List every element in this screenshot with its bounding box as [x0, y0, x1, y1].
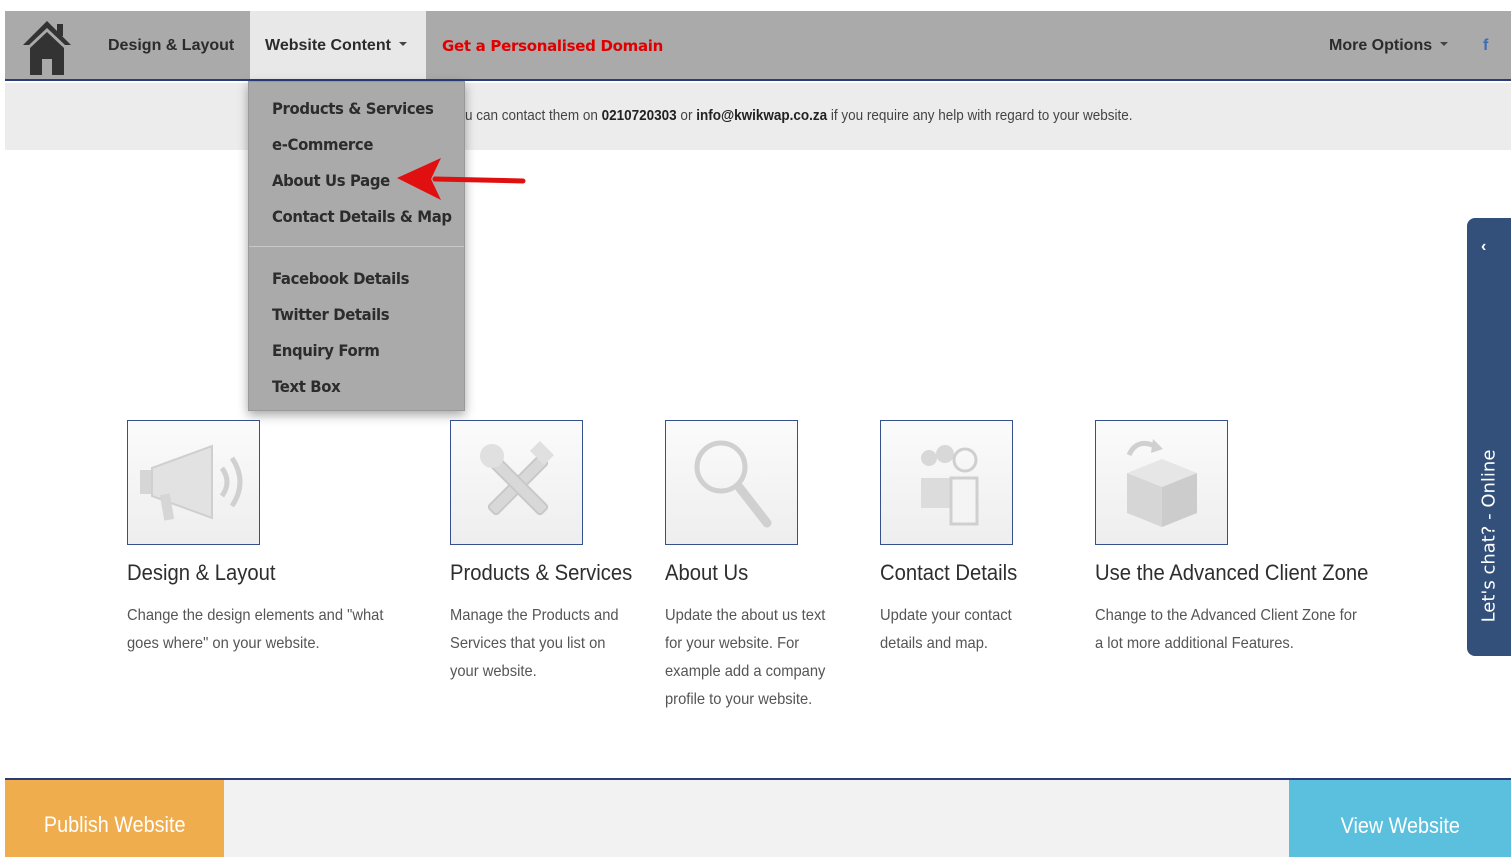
info-text: u can contact them on 0210720303 or info… [465, 107, 1133, 124]
feature-description: Change to the Advanced Client Zone for a… [1095, 602, 1389, 658]
feature-desc-line: example add a company [665, 663, 826, 680]
red-arrow-icon [397, 158, 526, 200]
feature-advanced-client-zone[interactable]: Use the Advanced Client Zone Change to t… [1095, 420, 1368, 652]
feature-tile[interactable] [127, 420, 260, 545]
view-website-button[interactable]: View Website [1289, 780, 1511, 857]
feature-desc-line: a lot more additional Features. [1095, 635, 1294, 652]
menu-divider [249, 246, 464, 247]
website-content-dropdown: Products & Services e-Commerce About Us … [248, 81, 465, 411]
feature-description: Change the design elements and "what goe… [127, 602, 421, 658]
feature-desc-line: Update the about us text [665, 607, 826, 624]
nav-website-content-label: Website Content [265, 37, 391, 54]
nav-website-content[interactable]: Website Content [250, 11, 426, 79]
tools-icon [479, 440, 554, 515]
menu-item-about-us-page[interactable]: About Us Page [272, 171, 390, 190]
caret-down-icon [1440, 41, 1449, 46]
nav-more-options[interactable]: More Options [1329, 11, 1449, 79]
menu-item-contact-details-map[interactable]: Contact Details & Map [272, 207, 452, 226]
feature-tile[interactable] [880, 420, 1013, 545]
menu-item-ecommerce[interactable]: e-Commerce [272, 135, 373, 154]
view-website-label: View Website [1340, 813, 1460, 838]
feature-desc-line: goes where" on your website. [127, 635, 320, 652]
megaphone-icon [140, 444, 243, 521]
feature-about-us[interactable]: About Us Update the about us text for yo… [665, 420, 825, 708]
menu-item-twitter-details[interactable]: Twitter Details [272, 305, 390, 324]
info-suffix: if you require any help with regard to y… [827, 107, 1133, 124]
info-prefix: u can contact them on [465, 107, 602, 124]
feature-desc-line: for your website. For [665, 635, 800, 652]
home-icon[interactable] [21, 19, 73, 75]
nav-design-layout[interactable]: Design & Layout [108, 11, 234, 79]
publish-website-button[interactable]: Publish Website [5, 780, 224, 857]
feature-title: Design & Layout [127, 560, 276, 585]
feature-products-services[interactable]: Products & Services Manage the Products … [450, 420, 632, 680]
feature-description: Manage the Products and Services that yo… [450, 602, 634, 686]
feature-design-layout[interactable]: Design & Layout Change the design elemen… [127, 420, 383, 652]
chevron-left-icon[interactable]: ‹ [1481, 238, 1486, 256]
top-navbar: Design & Layout Website Content Get a Pe… [5, 11, 1511, 81]
publish-website-label: Publish Website [43, 812, 186, 837]
nav-personalised-domain[interactable]: Get a Personalised Domain [442, 11, 663, 79]
info-bar: u can contact them on 0210720303 or info… [5, 83, 1511, 150]
info-phone: 0210720303 [601, 107, 677, 124]
feature-description: Update your contact details and map. [880, 602, 1064, 658]
feature-desc-line: Change the design elements and "what [127, 607, 384, 624]
menu-item-products-services[interactable]: Products & Services [272, 99, 434, 118]
footer-bar: Publish Website View Website [5, 778, 1511, 857]
feature-tile[interactable] [665, 420, 798, 545]
info-mid: or [676, 107, 697, 124]
people-icon [920, 444, 978, 525]
info-email: info@kwikwap.co.za [696, 107, 828, 124]
feature-desc-line: details and map. [880, 635, 989, 652]
feature-title: Contact Details [880, 560, 1018, 585]
feature-desc-line: Services that you list on [450, 635, 606, 652]
feature-title: About Us [665, 560, 749, 585]
chat-tab[interactable]: ‹ Let's chat? - Online [1467, 218, 1511, 656]
magnifier-icon [694, 440, 771, 527]
feature-contact-details[interactable]: Contact Details Update your contact deta… [880, 420, 1017, 652]
nav-more-options-label: More Options [1329, 37, 1433, 54]
feature-tile[interactable] [1095, 420, 1228, 545]
chat-label: Let's chat? - Online [1478, 449, 1500, 623]
feature-title: Products & Services [450, 560, 633, 585]
feature-desc-line: Update your contact [880, 607, 1012, 624]
menu-item-facebook-details[interactable]: Facebook Details [272, 269, 410, 288]
menu-item-enquiry-form[interactable]: Enquiry Form [272, 341, 380, 360]
feature-desc-line: profile to your website. [665, 691, 813, 708]
feature-desc-line: your website. [450, 663, 537, 680]
caret-down-icon [398, 41, 407, 46]
facebook-icon[interactable]: f [1483, 11, 1488, 79]
box-icon [1126, 438, 1197, 527]
feature-title: Use the Advanced Client Zone [1095, 560, 1369, 585]
feature-desc-line: Manage the Products and [450, 607, 619, 624]
feature-tile[interactable] [450, 420, 583, 545]
menu-item-text-box[interactable]: Text Box [272, 377, 341, 396]
feature-description: Update the about us text for your websit… [665, 602, 849, 714]
feature-desc-line: Change to the Advanced Client Zone for [1095, 607, 1357, 624]
